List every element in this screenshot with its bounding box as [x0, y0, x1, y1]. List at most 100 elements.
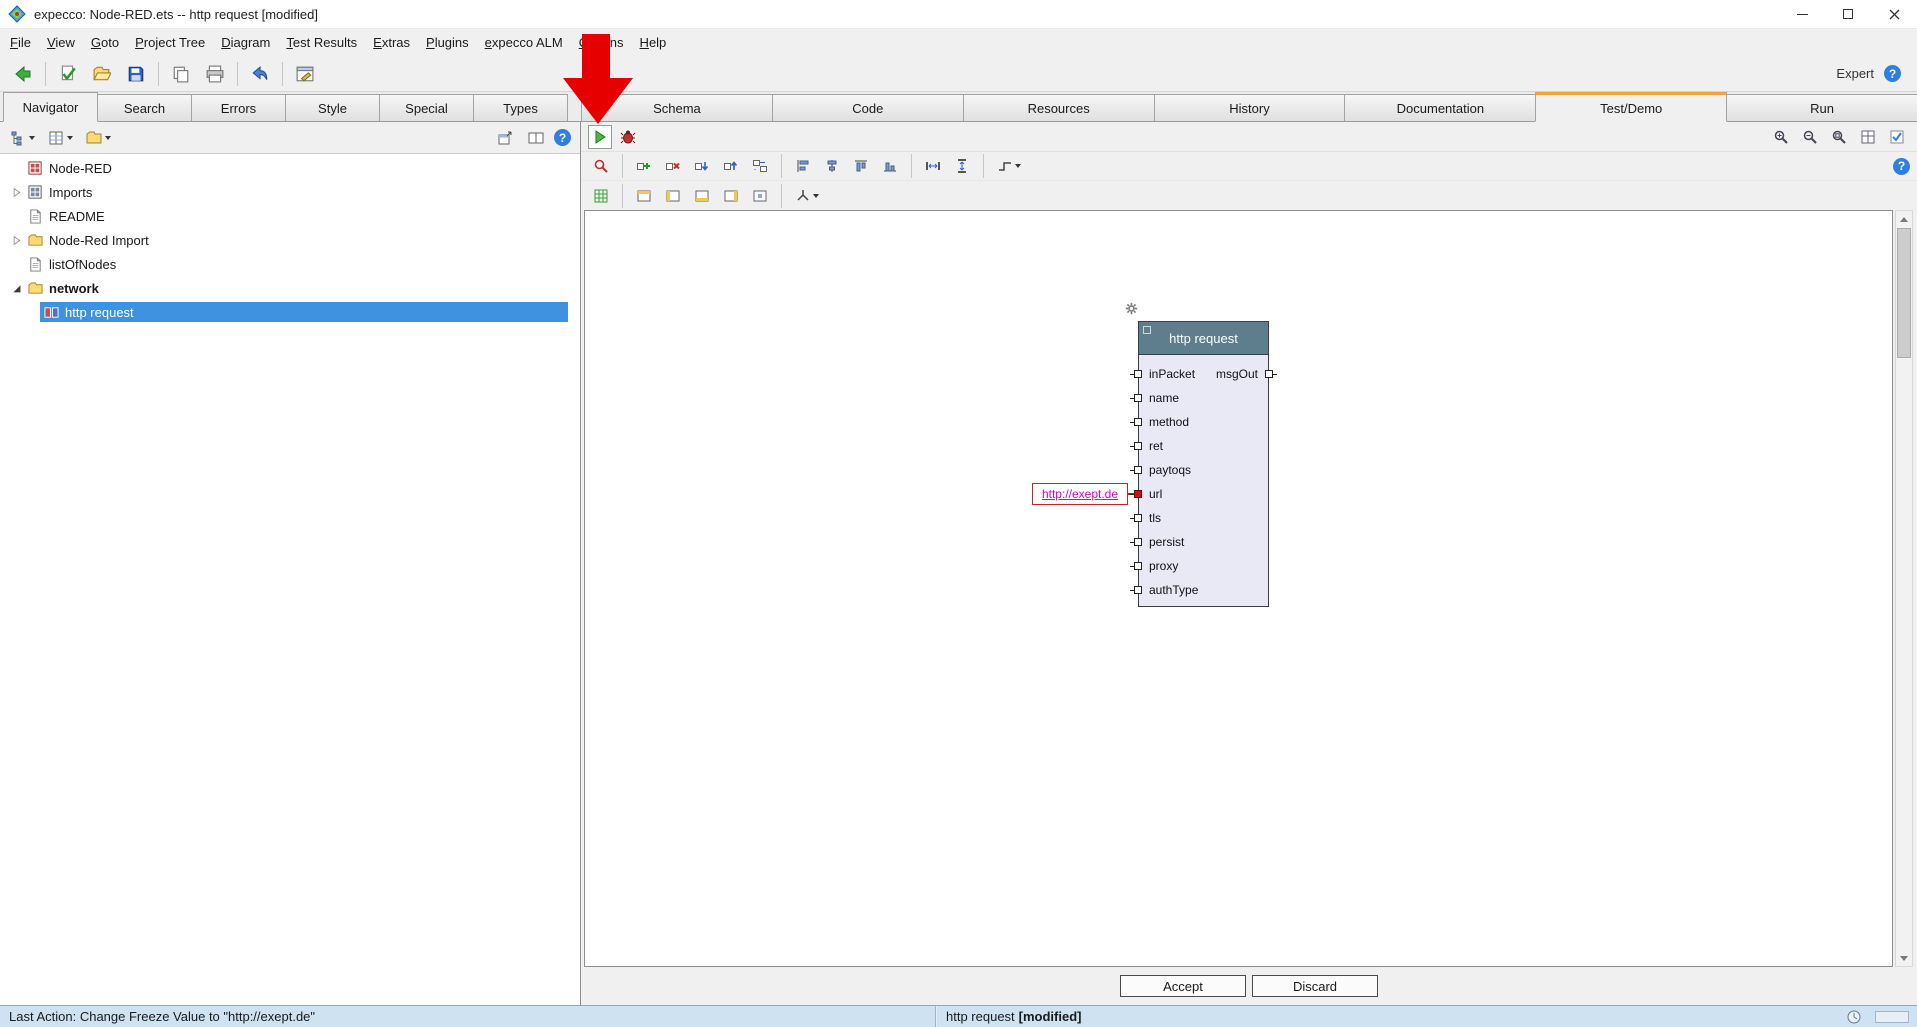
tab-errors[interactable]: Errors: [191, 94, 286, 121]
zoom-out-button[interactable]: [1797, 125, 1823, 148]
canvas-vertical-scrollbar[interactable]: [1895, 210, 1913, 967]
menu-diagram[interactable]: Diagram: [213, 31, 278, 54]
save-button[interactable]: [119, 59, 153, 89]
input-connector[interactable]: [1134, 514, 1142, 522]
line-style-dropdown[interactable]: [992, 155, 1026, 178]
tree-view-mode-dropdown[interactable]: [5, 126, 40, 150]
input-connector[interactable]: [1134, 538, 1142, 546]
pin-remove-button[interactable]: [660, 155, 686, 178]
menu-plugins[interactable]: Plugins: [418, 31, 477, 54]
zoom-fit-button[interactable]: [1826, 125, 1852, 148]
maximize-button[interactable]: [1825, 0, 1871, 28]
scroll-down-button[interactable]: [1896, 950, 1912, 966]
split-view-button[interactable]: [523, 126, 549, 150]
align-center-button[interactable]: [819, 155, 845, 178]
verify-button[interactable]: [51, 59, 85, 89]
grid-view-button[interactable]: [1855, 125, 1881, 148]
menu-expecco-alm[interactable]: expecco ALM: [477, 31, 571, 54]
input-connector[interactable]: [1134, 442, 1142, 450]
label-position-bottom-button[interactable]: [689, 184, 715, 207]
open-button[interactable]: [85, 59, 119, 89]
pin-label: proxy: [1149, 559, 1178, 573]
tree-item-readme[interactable]: README: [0, 204, 580, 228]
tree-item-network[interactable]: network: [0, 276, 580, 300]
freeze-value-box[interactable]: http://exept.de: [1032, 483, 1128, 505]
tab-resources[interactable]: Resources: [963, 94, 1155, 121]
tree-item-http-request[interactable]: http request: [0, 300, 580, 324]
tab-code[interactable]: Code: [772, 94, 964, 121]
label-position-center-button[interactable]: [747, 184, 773, 207]
menu-file[interactable]: File: [2, 31, 39, 54]
tab-types[interactable]: Types: [473, 94, 568, 121]
new-item-dropdown[interactable]: [81, 126, 116, 150]
diagram-canvas[interactable]: http://exept.de http request msgOut in: [584, 210, 1893, 967]
zoom-region-button[interactable]: [588, 155, 614, 178]
pin-add-button[interactable]: [631, 155, 657, 178]
menu-view[interactable]: View: [39, 31, 83, 54]
zoom-in-button[interactable]: [1768, 125, 1794, 148]
tree-item-node-red-import[interactable]: Node-Red Import: [0, 228, 580, 252]
run-button[interactable]: [588, 125, 612, 149]
align-left-button[interactable]: [790, 155, 816, 178]
http-request-node[interactable]: http request msgOut inPacket name method…: [1138, 321, 1269, 607]
input-connector[interactable]: [1134, 562, 1142, 570]
input-connector[interactable]: [1134, 466, 1142, 474]
minimize-button[interactable]: [1779, 0, 1825, 28]
diagram-help-button[interactable]: ?: [1893, 158, 1910, 175]
auto-update-checkbox[interactable]: [1884, 125, 1910, 148]
menu-project-tree[interactable]: Project Tree: [127, 31, 213, 54]
label-position-left-button[interactable]: [660, 184, 686, 207]
tab-run[interactable]: Run: [1726, 94, 1917, 121]
input-connector[interactable]: [1134, 418, 1142, 426]
tab-history[interactable]: History: [1154, 94, 1346, 121]
distribute-horizontal-button[interactable]: [920, 155, 946, 178]
menu-goto[interactable]: Goto: [83, 31, 127, 54]
columns-view-dropdown[interactable]: [43, 126, 78, 150]
menu-test-results[interactable]: Test Results: [278, 31, 365, 54]
input-connector[interactable]: [1134, 394, 1142, 402]
scrollbar-thumb[interactable]: [1897, 228, 1911, 358]
navigator-panel: ? Node-RED Imports: [0, 122, 581, 1005]
snap-grid-button[interactable]: [588, 184, 614, 207]
input-connector-frozen[interactable]: [1134, 490, 1142, 498]
help-button[interactable]: ?: [1884, 65, 1901, 82]
input-connector[interactable]: [1134, 586, 1142, 594]
tab-documentation[interactable]: Documentation: [1344, 94, 1536, 121]
gear-icon: [1125, 302, 1138, 315]
tree-item-listofnodes[interactable]: listOfNodes: [0, 252, 580, 276]
align-bottom-button[interactable]: [877, 155, 903, 178]
tab-style[interactable]: Style: [285, 94, 380, 121]
accept-button[interactable]: Accept: [1120, 975, 1246, 997]
new-window-button[interactable]: [164, 59, 198, 89]
menu-extras[interactable]: Extras: [365, 31, 418, 54]
tab-test-demo[interactable]: Test/Demo: [1535, 92, 1727, 122]
undo-button[interactable]: [243, 59, 277, 89]
detach-window-button[interactable]: [492, 126, 518, 150]
pin-label: paytoqs: [1149, 463, 1191, 477]
diagram-editor-button[interactable]: [288, 59, 322, 89]
label-position-right-button[interactable]: [718, 184, 744, 207]
debug-run-button[interactable]: [615, 125, 641, 148]
distribute-vertical-button[interactable]: [949, 155, 975, 178]
tab-navigator[interactable]: Navigator: [3, 92, 98, 122]
pin-swap-button[interactable]: [747, 155, 773, 178]
tab-special[interactable]: Special: [379, 94, 474, 121]
freeze-value-link[interactable]: http://exept.de: [1042, 487, 1118, 501]
input-connector[interactable]: [1134, 370, 1142, 378]
align-top-button[interactable]: [848, 155, 874, 178]
connector-routing-dropdown[interactable]: [790, 184, 824, 207]
tree-item-imports[interactable]: Imports: [0, 180, 580, 204]
resize-grip[interactable]: [1875, 1011, 1909, 1023]
tab-search[interactable]: Search: [97, 94, 192, 121]
scroll-up-button[interactable]: [1896, 211, 1912, 227]
tree-item-node-red[interactable]: Node-RED: [0, 156, 580, 180]
label-position-top-button[interactable]: [631, 184, 657, 207]
node-header[interactable]: http request: [1139, 322, 1268, 355]
pin-move-down-button[interactable]: [689, 155, 715, 178]
pin-move-up-button[interactable]: [718, 155, 744, 178]
back-button[interactable]: [6, 59, 40, 89]
close-button[interactable]: [1871, 0, 1917, 28]
navigator-help-button[interactable]: ?: [554, 129, 571, 146]
discard-button[interactable]: Discard: [1252, 975, 1378, 997]
print-button[interactable]: [198, 59, 232, 89]
